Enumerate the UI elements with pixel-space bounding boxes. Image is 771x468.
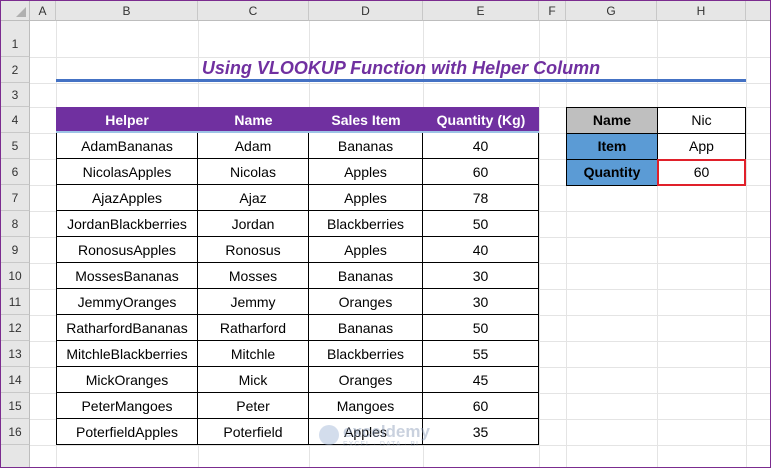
column-header-a[interactable]: A	[30, 1, 56, 21]
cell-helper[interactable]: JordanBlackberries	[56, 211, 198, 237]
cell-name[interactable]: Mick	[198, 367, 309, 393]
cell-helper[interactable]: AjazApples	[56, 185, 198, 211]
cell-quantity[interactable]: 40	[423, 133, 539, 159]
cell-sales-item[interactable]: Apples	[309, 159, 423, 185]
gridline	[566, 21, 567, 467]
lookup-value-item[interactable]: App	[657, 133, 746, 160]
select-all-corner[interactable]	[1, 1, 30, 21]
cell-quantity[interactable]: 30	[423, 263, 539, 289]
row-header-4[interactable]: 4	[1, 107, 30, 133]
row-header-9[interactable]: 9	[1, 237, 30, 263]
lookup-label-name[interactable]: Name	[566, 107, 658, 134]
cell-quantity[interactable]: 50	[423, 211, 539, 237]
cell-name[interactable]: Jemmy	[198, 289, 309, 315]
cell-helper[interactable]: RonosusApples	[56, 237, 198, 263]
row-header-11[interactable]: 11	[1, 289, 30, 315]
header-helper[interactable]: Helper	[56, 107, 198, 133]
cell-name[interactable]: Ratharford	[198, 315, 309, 341]
cell-quantity[interactable]: 45	[423, 367, 539, 393]
row-header-2[interactable]: 2	[1, 57, 30, 83]
gridline	[30, 83, 770, 84]
cell-quantity[interactable]: 30	[423, 289, 539, 315]
cell-sales-item[interactable]: Oranges	[309, 289, 423, 315]
title-underline	[56, 79, 746, 82]
cell-sales-item[interactable]: Apples	[309, 237, 423, 263]
cell-quantity[interactable]: 60	[423, 393, 539, 419]
gridline	[30, 445, 770, 446]
cell-helper[interactable]: RatharfordBananas	[56, 315, 198, 341]
gridline	[746, 21, 747, 467]
cell-quantity[interactable]: 40	[423, 237, 539, 263]
cell-sales-item[interactable]: Apples	[309, 185, 423, 211]
gridline	[657, 21, 658, 467]
cell-quantity[interactable]: 60	[423, 159, 539, 185]
lookup-label-quantity[interactable]: Quantity	[566, 159, 658, 186]
cell-helper[interactable]: JemmyOranges	[56, 289, 198, 315]
row-header-17[interactable]	[1, 445, 30, 467]
cell-helper[interactable]: PoterfieldApples	[56, 419, 198, 445]
row-header-13[interactable]: 13	[1, 341, 30, 367]
column-header-e[interactable]: E	[423, 1, 539, 21]
lookup-value-quantity-selected[interactable]: 60	[657, 159, 746, 186]
sheet-title: Using VLOOKUP Function with Helper Colum…	[201, 58, 601, 78]
cell-name[interactable]: Ronosus	[198, 237, 309, 263]
spreadsheet-window: A B C D E F G H 1 2 3 4 5 6 7 8 9 10 11 …	[0, 0, 771, 468]
cell-quantity[interactable]: 35	[423, 419, 539, 445]
cell-name[interactable]: Mitchle	[198, 341, 309, 367]
row-header-3[interactable]: 3	[1, 83, 30, 107]
column-header-c[interactable]: C	[198, 1, 309, 21]
cell-quantity[interactable]: 50	[423, 315, 539, 341]
cell-sales-item[interactable]: Mangoes	[309, 393, 423, 419]
lookup-label-item[interactable]: Item	[566, 133, 658, 160]
row-header-6[interactable]: 6	[1, 159, 30, 185]
cell-quantity[interactable]: 78	[423, 185, 539, 211]
cell-sales-item[interactable]: Apples	[309, 419, 423, 445]
row-header-16[interactable]: 16	[1, 419, 30, 445]
cell-name[interactable]: Poterfield	[198, 419, 309, 445]
cell-helper[interactable]: NicolasApples	[56, 159, 198, 185]
row-header-12[interactable]: 12	[1, 315, 30, 341]
cell-helper[interactable]: MossesBananas	[56, 263, 198, 289]
row-header-7[interactable]: 7	[1, 185, 30, 211]
cell-helper[interactable]: MitchleBlackberries	[56, 341, 198, 367]
column-header-b[interactable]: B	[56, 1, 198, 21]
row-header-1[interactable]: 1	[1, 21, 30, 57]
cell-name[interactable]: Mosses	[198, 263, 309, 289]
row-header-8[interactable]: 8	[1, 211, 30, 237]
cell-sales-item[interactable]: Bananas	[309, 263, 423, 289]
column-header-f[interactable]: F	[539, 1, 566, 21]
lookup-value-name[interactable]: Nic	[657, 107, 746, 134]
row-header-15[interactable]: 15	[1, 393, 30, 419]
cell-name[interactable]: Jordan	[198, 211, 309, 237]
cell-name[interactable]: Nicolas	[198, 159, 309, 185]
row-header-14[interactable]: 14	[1, 367, 30, 393]
cell-sales-item[interactable]: Oranges	[309, 367, 423, 393]
header-name[interactable]: Name	[198, 107, 309, 133]
cell-name[interactable]: Adam	[198, 133, 309, 159]
column-header-h[interactable]: H	[657, 1, 746, 21]
cell-name[interactable]: Ajaz	[198, 185, 309, 211]
header-sales-item[interactable]: Sales Item	[309, 107, 423, 133]
column-header-d[interactable]: D	[309, 1, 423, 21]
gridline	[539, 21, 540, 467]
cell-name[interactable]: Peter	[198, 393, 309, 419]
cell-sales-item[interactable]: Bananas	[309, 315, 423, 341]
header-quantity[interactable]: Quantity (Kg)	[423, 107, 539, 133]
cell-quantity[interactable]: 55	[423, 341, 539, 367]
cell-sales-item[interactable]: Blackberries	[309, 341, 423, 367]
column-header-g[interactable]: G	[566, 1, 657, 21]
column-header-next[interactable]	[746, 1, 770, 21]
row-header-5[interactable]: 5	[1, 133, 30, 159]
cell-sales-item[interactable]: Blackberries	[309, 211, 423, 237]
cell-sales-item[interactable]: Bananas	[309, 133, 423, 159]
cell-helper[interactable]: AdamBananas	[56, 133, 198, 159]
cell-helper[interactable]: PeterMangoes	[56, 393, 198, 419]
row-header-10[interactable]: 10	[1, 263, 30, 289]
select-all-triangle-icon	[16, 7, 26, 17]
cell-helper[interactable]: MickOranges	[56, 367, 198, 393]
